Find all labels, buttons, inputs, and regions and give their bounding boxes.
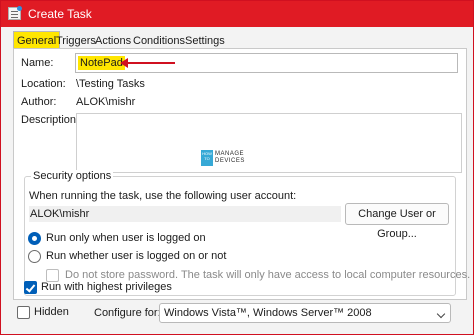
chevron-down-icon xyxy=(436,309,446,319)
task-scheduler-icon xyxy=(8,6,22,20)
tab-actions[interactable]: Actions xyxy=(95,35,131,47)
configure-for-label: Configure for: xyxy=(94,307,161,319)
account-prompt: When running the task, use the following… xyxy=(29,190,297,202)
red-arrow-annotation xyxy=(120,58,175,68)
security-options-legend: Security options xyxy=(31,170,114,182)
watermark-how: HOW TO xyxy=(201,150,213,166)
description-label: Description: xyxy=(21,114,80,126)
tab-triggers[interactable]: Triggers xyxy=(56,35,96,47)
description-input[interactable]: HOW TO MANAGE DEVICES xyxy=(76,113,462,173)
tab-strip: General Triggers Actions Conditions Sett… xyxy=(1,27,473,50)
configure-for-select[interactable]: Windows Vista™, Windows Server™ 2008 xyxy=(159,303,451,323)
hidden-label[interactable]: Hidden xyxy=(34,306,69,318)
radio-any-logon[interactable] xyxy=(28,250,41,263)
radio-logged-on-label[interactable]: Run only when user is logged on xyxy=(46,232,206,244)
author-value: ALOK\mishr xyxy=(76,96,136,108)
highest-privileges-label[interactable]: Run with highest privileges xyxy=(41,281,172,293)
location-value: \Testing Tasks xyxy=(76,78,145,90)
watermark-logo: HOW TO MANAGE DEVICES xyxy=(201,150,244,166)
radio-any-logon-label[interactable]: Run whether user is logged on or not xyxy=(46,250,226,262)
security-options-group: Security options When running the task, … xyxy=(24,170,470,296)
create-task-window: Create Task General Triggers Actions Con… xyxy=(0,0,474,335)
radio-logged-on[interactable] xyxy=(28,232,41,245)
configure-for-value: Windows Vista™, Windows Server™ 2008 xyxy=(164,307,372,319)
highest-privileges-checkbox[interactable] xyxy=(24,281,37,294)
no-store-password-label: Do not store password. The task will onl… xyxy=(65,269,471,281)
hidden-checkbox[interactable] xyxy=(17,306,30,319)
title-bar: Create Task xyxy=(1,1,473,27)
location-label: Location: xyxy=(21,78,66,90)
watermark-brand: MANAGE DEVICES xyxy=(215,151,245,164)
tab-conditions[interactable]: Conditions xyxy=(133,35,185,47)
task-name-value: NotePad xyxy=(78,56,125,70)
change-user-button[interactable]: Change User or Group... xyxy=(345,203,449,240)
window-title: Create Task xyxy=(28,7,92,21)
author-label: Author: xyxy=(21,96,57,108)
user-account-field: ALOK\mishr xyxy=(29,206,341,222)
general-panel: Name: NotePad Location: \Testing Tasks A… xyxy=(13,48,470,300)
name-label: Name: xyxy=(21,57,54,69)
tab-settings[interactable]: Settings xyxy=(185,35,225,47)
